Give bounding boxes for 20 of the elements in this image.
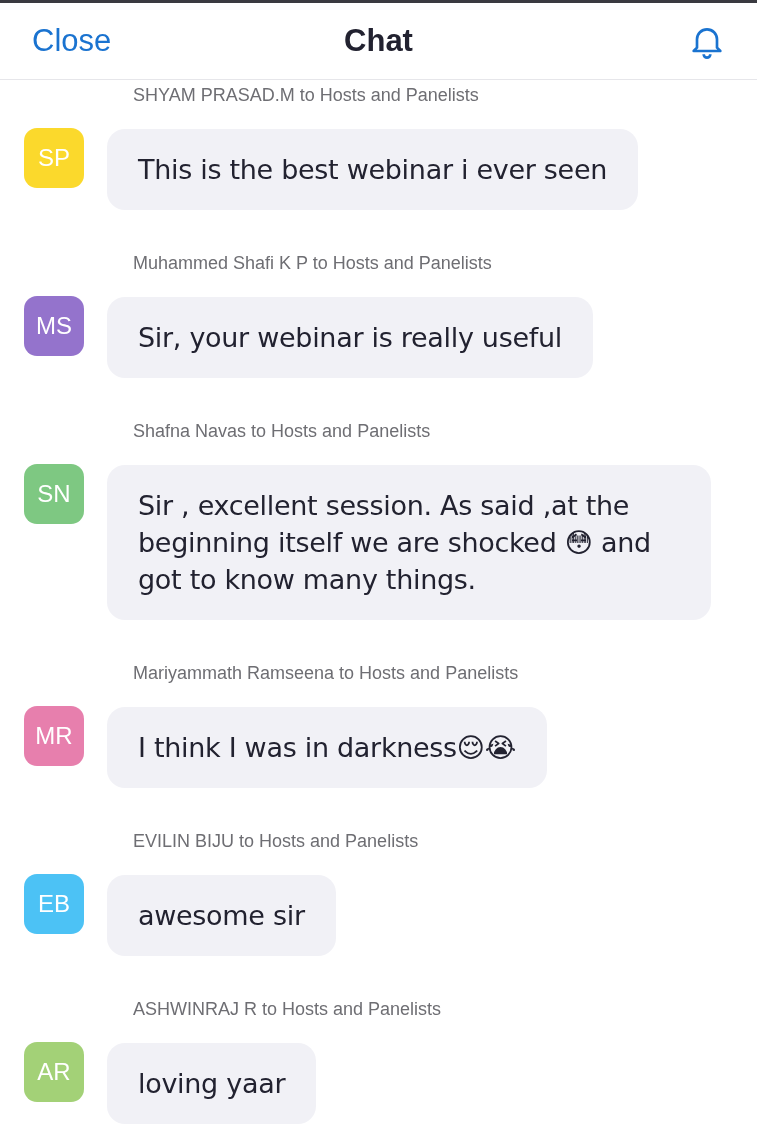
chat-title: Chat bbox=[344, 23, 413, 59]
avatar: MR bbox=[24, 706, 84, 766]
message-bubble: Sir, your webinar is really useful bbox=[107, 297, 593, 378]
close-button[interactable]: Close bbox=[32, 23, 112, 59]
avatar: SN bbox=[24, 464, 84, 524]
sender-label: Muhammed Shafi K P to Hosts and Panelists bbox=[133, 252, 492, 274]
message-bubble: Sir , excellent session. As said ,at the beginning itself we are shocked 😳 and got to know many things. bbox=[107, 465, 711, 620]
avatar: SP bbox=[24, 128, 84, 188]
message-bubble: awesome sir bbox=[107, 875, 336, 956]
sender-label: SHYAM PRASAD.M to Hosts and Panelists bbox=[133, 84, 479, 106]
sender-label: ASHWINRAJ R to Hosts and Panelists bbox=[133, 998, 442, 1020]
avatar: MS bbox=[24, 296, 84, 356]
avatar: EB bbox=[24, 874, 84, 934]
message-bubble: I think I was in darkness😌😭 bbox=[107, 707, 547, 788]
message-bubble: This is the best webinar i ever seen bbox=[107, 129, 639, 210]
sender-label: Mariyammath Ramseena to Hosts and Panelists bbox=[133, 662, 519, 684]
sender-label: Shafna Navas to Hosts and Panelists bbox=[133, 420, 431, 442]
message-bubble: loving yaar bbox=[107, 1043, 317, 1124]
sender-label: EVILIN BIJU to Hosts and Panelists bbox=[133, 830, 419, 852]
avatar: AR bbox=[24, 1042, 84, 1102]
